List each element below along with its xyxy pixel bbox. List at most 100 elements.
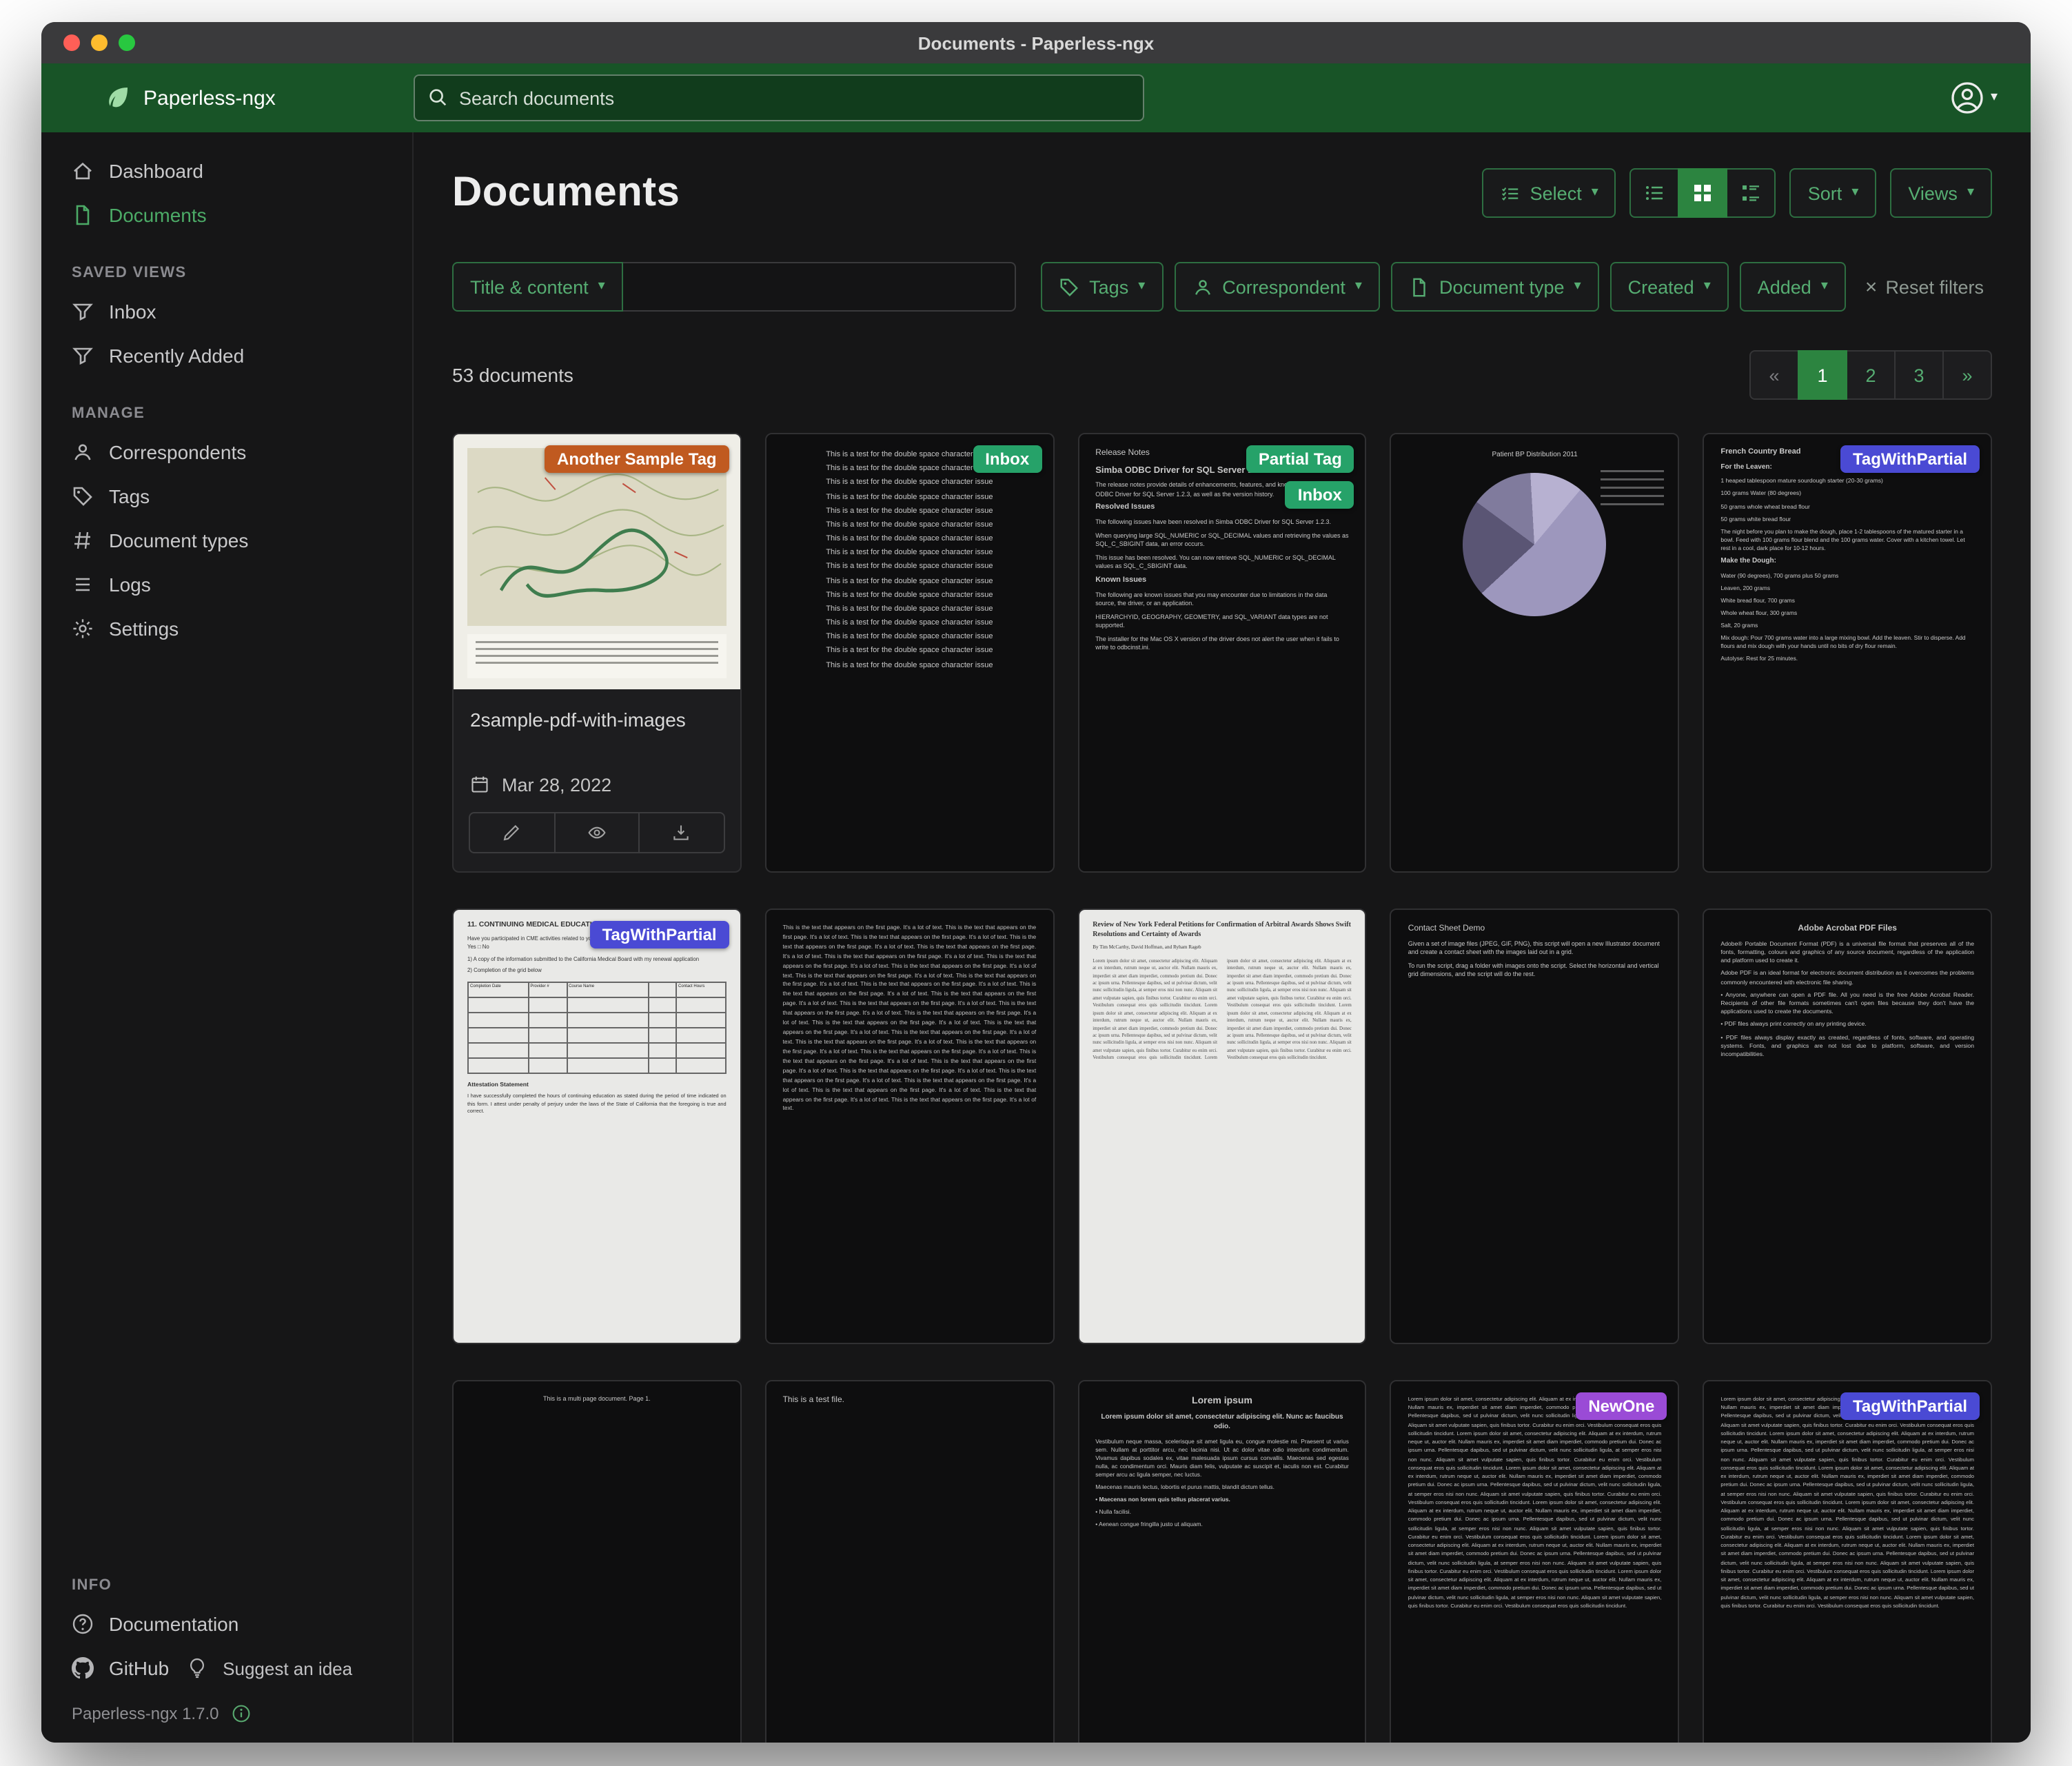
gear-icon [72, 618, 94, 640]
card-thumb[interactable]: This is a test file. [766, 1381, 1053, 1743]
created-filter-label: Created [1628, 276, 1694, 297]
document-card[interactable]: 11. CONTINUING MEDICAL EDUCATIONHave you… [452, 909, 742, 1344]
document-card[interactable]: French Country BreadFor the Leaven:1 hea… [1703, 433, 1992, 873]
filter-text-input[interactable] [623, 262, 1016, 312]
chevron-down-icon: ▾ [1851, 186, 1858, 200]
close-icon: × [1865, 276, 1878, 297]
pagination-page-2[interactable]: 2 [1846, 350, 1896, 400]
document-card[interactable]: Another Sample Tag 2sample-pdf-with-imag… [452, 433, 742, 873]
document-card[interactable]: Contact Sheet DemoGiven a set of image f… [1390, 909, 1680, 1344]
user-menu[interactable]: ▾ [1951, 81, 1998, 114]
download-button[interactable] [638, 812, 724, 853]
document-card[interactable]: Lorem ipsumLorem ipsum dolor sit amet, c… [1077, 1380, 1367, 1743]
card-thumb[interactable]: Lorem ipsumLorem ipsum dolor sit amet, c… [1079, 1381, 1365, 1743]
document-card[interactable]: This is a test file. simple txt file [765, 1380, 1055, 1743]
sidebar-item-settings[interactable]: Settings [41, 607, 412, 651]
card-thumb[interactable]: This is a multi page document. Page 1. [454, 1381, 740, 1743]
card-tags: NewOne [1576, 1392, 1667, 1420]
view-list-button[interactable] [1630, 168, 1680, 218]
sidebar-item-inbox[interactable]: Inbox [41, 290, 412, 334]
sidebar-item-github[interactable]: GitHub [41, 1646, 180, 1690]
select-label: Select [1530, 183, 1582, 203]
house-icon [72, 160, 94, 182]
tag-badge[interactable]: TagWithPartial [1840, 445, 1980, 473]
document-card[interactable]: This is a multi page document. Page 1. m… [452, 1380, 742, 1743]
sidebar-item-correspondents[interactable]: Correspondents [41, 430, 412, 474]
pagination-prev[interactable]: « [1749, 350, 1799, 400]
document-card[interactable]: Lorem ipsum dolor sit amet, consectetur … [1390, 1380, 1680, 1743]
sidebar-item-tags[interactable]: Tags [41, 474, 412, 518]
created-filter-button[interactable]: Created ▾ [1610, 262, 1729, 312]
view-toolbar: Select ▾ [1482, 168, 1992, 218]
calendar-icon [470, 775, 489, 795]
view-details-button[interactable] [1727, 168, 1776, 218]
views-button[interactable]: Views ▾ [1890, 168, 1992, 218]
zoom-window-button[interactable] [119, 34, 135, 51]
sidebar-item-recently-added[interactable]: Recently Added [41, 334, 412, 378]
card-title[interactable]: 2sample-pdf-with-images [470, 707, 724, 734]
card-thumb[interactable]: This is a test for the double space char… [766, 434, 1053, 871]
tag-badge[interactable]: NewOne [1576, 1392, 1667, 1420]
view-button[interactable] [553, 812, 640, 853]
tag-badge[interactable]: Partial Tag [1246, 445, 1354, 473]
title-content-dropdown[interactable]: Title & content ▾ [452, 262, 623, 312]
card-thumb[interactable]: This is the text that appears on the fir… [766, 910, 1053, 1343]
sidebar-item-documentation[interactable]: Documentation [41, 1602, 412, 1646]
chevron-down-icon: ▾ [598, 280, 605, 294]
views-label: Views [1908, 183, 1958, 203]
sidebar-item-label: Dashboard [109, 160, 203, 182]
card-thumb[interactable]: Review of New York Federal Petitions for… [1079, 910, 1365, 1343]
file-icon [1409, 276, 1430, 297]
tag-badge[interactable]: TagWithPartial [590, 921, 729, 948]
select-button[interactable]: Select ▾ [1482, 168, 1616, 218]
tag-icon [1059, 276, 1079, 297]
tag-badge[interactable]: Inbox [1286, 481, 1354, 509]
search-input[interactable] [414, 74, 1144, 121]
sidebar-item-label: Correspondents [109, 441, 246, 463]
tag-badge[interactable]: Inbox [973, 445, 1042, 473]
brand[interactable]: Paperless-ngx [41, 84, 414, 112]
tag-badge[interactable]: TagWithPartial [1840, 1392, 1980, 1420]
card-thumb[interactable]: Adobe Acrobat PDF FilesAdobe® Portable D… [1704, 910, 1991, 1343]
document-card[interactable]: Release NotesSimba ODBC Driver for SQL S… [1077, 433, 1367, 873]
card-tags: TagWithPartial [590, 921, 729, 948]
sidebar-item-label: Logs [109, 574, 151, 596]
reset-filters-button[interactable]: × Reset filters [1857, 275, 1992, 298]
card-thumb[interactable]: 11. CONTINUING MEDICAL EDUCATIONHave you… [454, 910, 740, 1343]
info-icon[interactable] [231, 1704, 250, 1723]
sidebar-item-dashboard[interactable]: Dashboard [41, 149, 412, 193]
pagination-next[interactable]: » [1942, 350, 1992, 400]
sidebar-item-label: Documentation [109, 1613, 238, 1635]
added-filter-button[interactable]: Added ▾ [1740, 262, 1846, 312]
document-card[interactable]: Adobe Acrobat PDF FilesAdobe® Portable D… [1703, 909, 1992, 1344]
card-thumb[interactable]: Lorem ipsum dolor sit amet, consectetur … [1704, 1381, 1991, 1743]
minimize-window-button[interactable] [91, 34, 108, 51]
app-window: Documents - Paperless-ngx Paperless-ngx … [41, 22, 2031, 1743]
stage: Documents - Paperless-ngx Paperless-ngx … [0, 0, 2072, 1766]
pagination-page-1[interactable]: 1 [1798, 350, 1847, 400]
card-thumb[interactable]: Contact Sheet DemoGiven a set of image f… [1392, 910, 1678, 1343]
sidebar-item-logs[interactable]: Logs [41, 562, 412, 607]
card-thumb[interactable]: Patient BP Distribution 2011 [1392, 434, 1678, 871]
close-window-button[interactable] [63, 34, 80, 51]
document-type-filter-label: Document type [1439, 276, 1565, 297]
sidebar-item-documents[interactable]: Documents [41, 193, 412, 237]
tags-filter-button[interactable]: Tags ▾ [1041, 262, 1163, 312]
card-thumb[interactable]: Lorem ipsum dolor sit amet, consectetur … [1392, 1381, 1678, 1743]
document-card[interactable]: Lorem ipsum dolor sit amet, consectetur … [1703, 1380, 1992, 1743]
pagination-page-3[interactable]: 3 [1894, 350, 1944, 400]
view-grid-button[interactable] [1678, 168, 1728, 218]
document-card[interactable]: Review of New York Federal Petitions for… [1077, 909, 1367, 1344]
document-card[interactable]: This is a test for the double space char… [765, 433, 1055, 873]
sort-button[interactable]: Sort ▾ [1790, 168, 1877, 218]
sidebar-item-suggest-idea[interactable]: Suggest an idea [180, 1646, 363, 1690]
sidebar-item-document-types[interactable]: Document types [41, 518, 412, 562]
document-card[interactable]: Patient BP Distribution 2011 2011 BP Pie… [1390, 433, 1680, 873]
document-type-filter-button[interactable]: Document type ▾ [1391, 262, 1599, 312]
edit-button[interactable] [469, 812, 555, 853]
added-filter-label: Added [1758, 276, 1811, 297]
correspondent-filter-button[interactable]: Correspondent ▾ [1174, 262, 1380, 312]
document-card[interactable]: This is the text that appears on the fir… [765, 909, 1055, 1344]
tag-badge[interactable]: Another Sample Tag [545, 445, 729, 473]
card-thumb[interactable]: French Country BreadFor the Leaven:1 hea… [1704, 434, 1991, 871]
